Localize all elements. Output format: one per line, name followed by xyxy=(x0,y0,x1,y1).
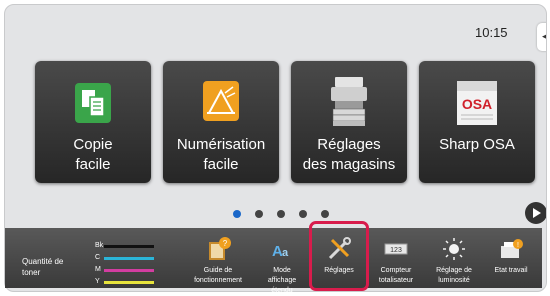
toner-bar-bk xyxy=(104,245,154,248)
side-panel-tab[interactable]: ◀ xyxy=(537,23,546,51)
tile-label: Sharp OSA xyxy=(439,136,515,153)
tile-easy-copy[interactable]: Copie facile xyxy=(35,61,151,183)
toner-name-c: C xyxy=(95,254,101,261)
counter-icon: 123 xyxy=(369,236,423,262)
guide-icon: ? xyxy=(191,236,245,262)
svg-text:a: a xyxy=(282,247,289,259)
display-mode-icon: Aa xyxy=(255,236,309,262)
page-dot-active[interactable] xyxy=(233,210,241,218)
toner-name-bk: Bk xyxy=(95,242,104,249)
extended-display-button[interactable]: Aa Mode affichage étendu xyxy=(255,236,309,296)
toner-name-m: M xyxy=(95,266,101,273)
tile-tray-settings[interactable]: Réglages des magasins xyxy=(291,61,407,183)
job-status-button[interactable]: ! Etat travail xyxy=(484,236,538,276)
scan-icon xyxy=(201,79,241,128)
toner-bar-c xyxy=(104,257,154,260)
printer-tray-icon xyxy=(327,75,371,132)
svg-text:?: ? xyxy=(223,239,228,248)
page-dot[interactable] xyxy=(299,210,307,218)
brightness-icon xyxy=(427,236,481,262)
next-page-button[interactable] xyxy=(525,202,546,224)
tile-label: Numérisation facile xyxy=(176,136,266,173)
settings-highlight-frame xyxy=(309,221,369,291)
osa-icon: OSA xyxy=(455,79,499,132)
toner-bar-y xyxy=(104,281,154,284)
svg-text:123: 123 xyxy=(390,247,402,254)
toner-name-y: Y xyxy=(95,278,100,285)
tile-label: Réglages des magasins xyxy=(302,136,396,173)
play-arrow-icon xyxy=(533,208,541,218)
tile-sharp-osa[interactable]: OSA Sharp OSA xyxy=(419,61,535,183)
clock: 10:15 xyxy=(475,25,508,40)
page-dot[interactable] xyxy=(321,210,329,218)
total-counter-button[interactable]: 123 Compteur totalisateur xyxy=(369,236,423,286)
toner-label: Quantité de toner xyxy=(22,257,64,277)
svg-text:!: ! xyxy=(517,242,519,249)
side-panel-arrow-icon: ◀ xyxy=(542,31,546,42)
job-status-icon: ! xyxy=(484,236,538,262)
copy-icon xyxy=(73,81,113,130)
toner-bar-m xyxy=(104,269,154,272)
svg-text:OSA: OSA xyxy=(462,96,492,112)
tile-easy-scan[interactable]: Numérisation facile xyxy=(163,61,279,183)
operation-guide-button[interactable]: ? Guide de fonctionnement xyxy=(191,236,245,286)
page-dot[interactable] xyxy=(255,210,263,218)
page-dot[interactable] xyxy=(277,210,285,218)
brightness-button[interactable]: Réglage de luminosité xyxy=(427,236,481,286)
tile-label: Copie facile xyxy=(73,136,113,173)
